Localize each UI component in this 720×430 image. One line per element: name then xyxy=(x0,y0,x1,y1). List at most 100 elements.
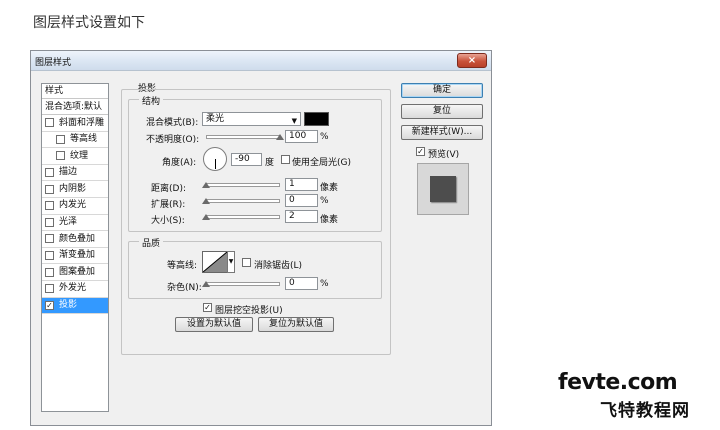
distance-input[interactable]: 1 xyxy=(285,178,318,191)
style-item-checkbox[interactable] xyxy=(45,201,54,211)
size-label: 大小(S): xyxy=(151,216,185,226)
style-item-checkbox[interactable] xyxy=(45,234,54,244)
style-item-checkbox[interactable] xyxy=(45,118,54,128)
knockout-label: 图层挖空投影(U) xyxy=(215,306,283,316)
dialog-titlebar: 图层样式 × xyxy=(31,51,491,71)
antialias-label: 消除锯齿(L) xyxy=(254,261,303,271)
style-item-label: 外发光 xyxy=(59,283,87,294)
style-item-checkbox[interactable] xyxy=(45,184,54,194)
style-item-label: 光泽 xyxy=(59,217,78,228)
style-item[interactable]: 光泽 xyxy=(42,215,108,232)
opacity-input[interactable]: 100 xyxy=(285,130,318,143)
style-item-label: 等高线 xyxy=(70,134,98,145)
blend-options-item[interactable]: 混合选项:默认 xyxy=(42,99,108,115)
style-item-label: 渐变叠加 xyxy=(59,250,96,261)
style-item-checkbox[interactable] xyxy=(56,151,65,161)
style-item-label: 颜色叠加 xyxy=(59,233,96,244)
style-item[interactable]: 描边 xyxy=(42,165,108,182)
style-item[interactable]: ✓ 投影 xyxy=(42,297,108,315)
contour-dropdown-button[interactable]: ▼ xyxy=(227,251,235,273)
angle-unit: 度 xyxy=(265,158,275,168)
distance-slider-track[interactable] xyxy=(206,183,280,187)
spread-unit: % xyxy=(320,196,329,206)
style-item-label: 描边 xyxy=(59,167,78,178)
antialias-checkbox[interactable] xyxy=(242,258,251,267)
style-item[interactable]: 内发光 xyxy=(42,198,108,215)
reset-to-default-button[interactable]: 复位为默认值 xyxy=(258,317,334,332)
page-caption: 图层样式设置如下 xyxy=(33,15,145,31)
new-style-button[interactable]: 新建样式(W)... xyxy=(401,125,483,140)
style-item-checkbox[interactable]: ✓ xyxy=(45,300,54,310)
angle-dial-needle xyxy=(215,159,216,169)
spread-slider-track[interactable] xyxy=(206,199,280,203)
style-item-checkbox[interactable] xyxy=(45,284,54,294)
preview-label: 预览(V) xyxy=(428,150,460,160)
style-item-checkbox[interactable] xyxy=(45,251,54,261)
make-default-button[interactable]: 设置为默认值 xyxy=(175,317,253,332)
quality-title: 品质 xyxy=(139,236,164,249)
contour-preview[interactable] xyxy=(202,251,228,273)
noise-slider-track[interactable] xyxy=(206,282,280,286)
style-item-checkbox[interactable] xyxy=(56,134,65,144)
global-light-checkbox[interactable] xyxy=(281,155,290,164)
blend-mode-select[interactable]: 柔光 ▼ xyxy=(202,112,301,126)
layer-style-dialog: 图层样式 × 样式 混合选项:默认 斜面和浮雕等高线纹理描边内阴影内发光光泽颜色… xyxy=(30,50,492,426)
style-item[interactable]: 内阴影 xyxy=(42,181,108,198)
style-item[interactable]: 纹理 xyxy=(42,148,108,165)
angle-dial[interactable] xyxy=(203,147,227,171)
preview-swatch xyxy=(430,176,456,202)
style-item-label: 图案叠加 xyxy=(59,266,96,277)
reset-button[interactable]: 复位 xyxy=(401,104,483,119)
styles-list-header[interactable]: 样式 xyxy=(42,84,108,99)
style-item[interactable]: 图案叠加 xyxy=(42,264,108,281)
close-button[interactable]: × xyxy=(457,53,487,68)
noise-slider-thumb[interactable] xyxy=(202,281,210,287)
watermark-domain: fevte.com xyxy=(558,370,678,395)
spread-label: 扩展(R): xyxy=(151,200,186,210)
opacity-slider-track[interactable] xyxy=(206,135,280,139)
ok-button[interactable]: 确定 xyxy=(401,83,483,98)
styles-list: 样式 混合选项:默认 斜面和浮雕等高线纹理描边内阴影内发光光泽颜色叠加渐变叠加图… xyxy=(41,83,109,412)
preview-checkbox[interactable]: ✓ xyxy=(416,147,425,156)
style-item-label: 纹理 xyxy=(70,150,89,161)
opacity-slider-thumb[interactable] xyxy=(276,134,284,140)
style-item-label: 投影 xyxy=(59,300,78,311)
style-item-label: 斜面和浮雕 xyxy=(59,117,105,128)
chevron-down-icon: ▼ xyxy=(291,117,297,125)
style-item[interactable]: 外发光 xyxy=(42,281,108,298)
shadow-color-swatch[interactable] xyxy=(304,112,329,126)
structure-title: 结构 xyxy=(139,94,164,107)
distance-slider-thumb[interactable] xyxy=(202,182,210,188)
angle-input[interactable]: -90 xyxy=(231,153,262,166)
opacity-label: 不透明度(O): xyxy=(146,135,200,145)
distance-unit: 像素 xyxy=(320,183,339,193)
spread-input[interactable]: 0 xyxy=(285,194,318,207)
style-item[interactable]: 渐变叠加 xyxy=(42,248,108,265)
size-slider-track[interactable] xyxy=(206,215,280,219)
angle-label: 角度(A): xyxy=(162,158,197,168)
noise-unit: % xyxy=(320,279,329,289)
style-item-checkbox[interactable] xyxy=(45,168,54,178)
noise-input[interactable]: 0 xyxy=(285,277,318,290)
style-item-checkbox[interactable] xyxy=(45,217,54,227)
opacity-unit: % xyxy=(320,132,329,142)
style-item[interactable]: 颜色叠加 xyxy=(42,231,108,248)
style-item[interactable]: 斜面和浮雕 xyxy=(42,115,108,132)
distance-label: 距离(D): xyxy=(151,184,186,194)
knockout-checkbox[interactable]: ✓ xyxy=(203,303,212,312)
watermark-sitename: 飞特教程网 xyxy=(600,401,690,421)
watermark-logo: fevte.com 飞特教程网 xyxy=(548,370,718,422)
style-preview-thumbnail xyxy=(417,163,469,215)
style-item[interactable]: 等高线 xyxy=(42,132,108,149)
size-slider-thumb[interactable] xyxy=(202,214,210,220)
blend-mode-label: 混合模式(B): xyxy=(146,118,199,128)
style-item-label: 内发光 xyxy=(59,200,87,211)
noise-label: 杂色(N): xyxy=(167,283,202,293)
global-light-label: 使用全局光(G) xyxy=(292,158,351,168)
style-item-checkbox[interactable] xyxy=(45,267,54,277)
spread-slider-thumb[interactable] xyxy=(202,198,210,204)
size-input[interactable]: 2 xyxy=(285,210,318,223)
style-item-label: 内阴影 xyxy=(59,183,87,194)
size-unit: 像素 xyxy=(320,215,339,225)
dialog-title: 图层样式 xyxy=(35,58,72,68)
